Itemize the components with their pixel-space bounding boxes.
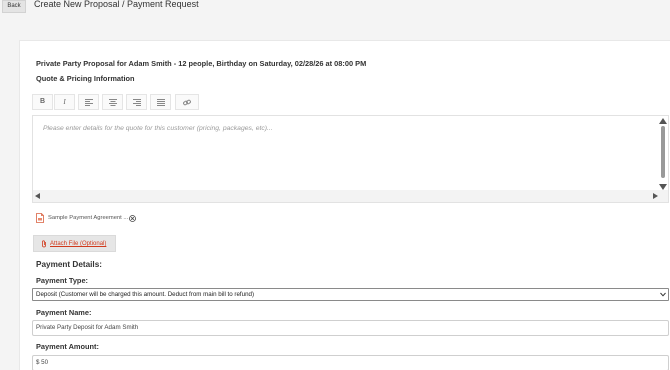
- proposal-summary: Private Party Proposal for Adam Smith - …: [36, 59, 367, 68]
- scroll-left-icon[interactable]: [35, 193, 40, 199]
- top-bar: Back Create New Proposal / Payment Reque…: [0, 0, 670, 15]
- payment-name-label: Payment Name:: [36, 308, 92, 317]
- align-center-button[interactable]: [102, 94, 123, 110]
- payment-type-label: Payment Type:: [36, 276, 89, 285]
- scrollbar-thumb[interactable]: [661, 126, 665, 178]
- quote-editor[interactable]: Please enter details for the quote for t…: [32, 115, 669, 203]
- payment-amount-label: Payment Amount:: [36, 342, 99, 351]
- scroll-right-icon[interactable]: [653, 193, 658, 199]
- scroll-up-icon[interactable]: [659, 118, 667, 124]
- justify-button[interactable]: [150, 94, 171, 110]
- editor-placeholder: Please enter details for the quote for t…: [43, 125, 273, 132]
- payment-amount-input[interactable]: $ 50: [32, 355, 669, 370]
- chevron-down-icon: [660, 292, 666, 297]
- payment-type-value: Deposit (Customer will be charged this a…: [36, 291, 255, 298]
- page-title: Create New Proposal / Payment Request: [34, 0, 199, 9]
- link-icon: [183, 99, 191, 106]
- align-left-icon: [84, 99, 93, 106]
- attached-file-name[interactable]: Sample Payment Agreement ...: [48, 215, 128, 221]
- align-left-button[interactable]: [78, 94, 99, 110]
- payment-type-select[interactable]: Deposit (Customer will be charged this a…: [32, 288, 669, 301]
- attached-file: Sample Payment Agreement ...: [36, 212, 137, 224]
- align-right-icon: [132, 99, 141, 106]
- pdf-file-icon: [36, 213, 44, 223]
- paperclip-icon: [42, 240, 46, 248]
- editor-horizontal-scrollbar[interactable]: [33, 190, 668, 202]
- payment-name-input[interactable]: Private Party Deposit for Adam Smith: [32, 320, 669, 336]
- align-right-button[interactable]: [126, 94, 147, 110]
- back-button[interactable]: Back: [2, 0, 26, 13]
- italic-button[interactable]: I: [54, 94, 75, 110]
- payment-details-title: Payment Details:: [36, 260, 102, 269]
- editor-vertical-scrollbar[interactable]: [658, 116, 668, 190]
- link-button[interactable]: [175, 94, 199, 110]
- align-center-icon: [108, 99, 117, 106]
- quote-section-label: Quote & Pricing Information: [36, 74, 135, 83]
- attach-file-button[interactable]: Attach File (Optional): [33, 235, 116, 252]
- attach-file-label[interactable]: Attach File (Optional): [50, 241, 106, 247]
- bold-button[interactable]: B: [32, 94, 53, 110]
- remove-circle-icon[interactable]: [129, 214, 137, 222]
- justify-icon: [156, 99, 165, 106]
